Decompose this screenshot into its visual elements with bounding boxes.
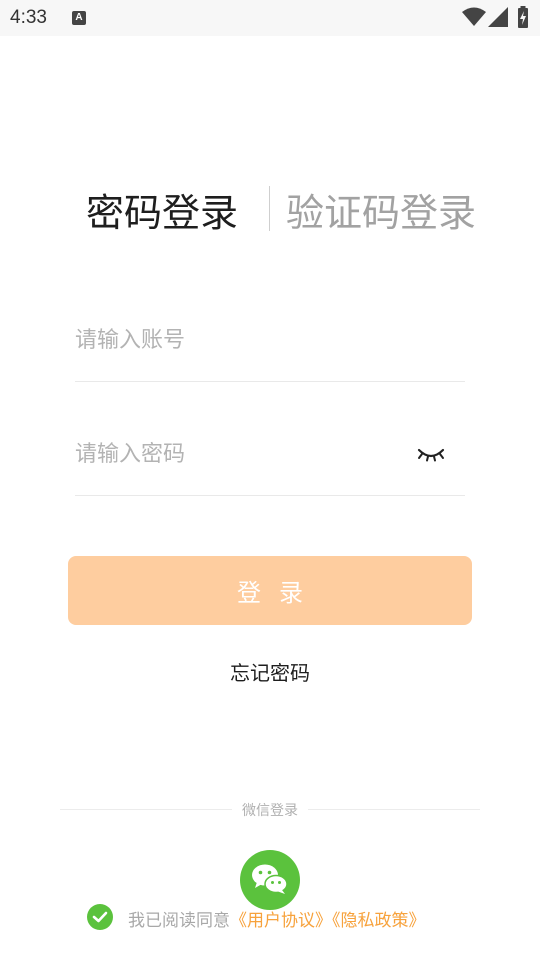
- wechat-icon: [252, 864, 288, 894]
- account-field-wrapper: [75, 318, 465, 382]
- a-notification-icon: A: [72, 11, 86, 25]
- forgot-password-link[interactable]: 忘记密码: [0, 657, 540, 686]
- divider-line-right: [308, 809, 480, 810]
- divider-line-left: [60, 809, 232, 810]
- agreement-prefix: 我已阅读同意: [128, 911, 230, 931]
- status-time: 4:33: [10, 7, 47, 28]
- password-field-wrapper: [75, 432, 465, 496]
- tab-password-login[interactable]: 密码登录: [86, 190, 238, 236]
- wechat-login-button[interactable]: [240, 850, 300, 910]
- privacy-policy-link[interactable]: 《隐私政策》: [332, 911, 426, 931]
- user-agreement-link[interactable]: 《用户协议》: [230, 911, 332, 931]
- cell-signal-icon: [488, 7, 508, 27]
- agreement-text: 我已阅读同意《用户协议》《隐私政策》: [128, 906, 426, 931]
- agreement-row: 我已阅读同意《用户协议》《隐私政策》: [87, 903, 507, 931]
- password-input[interactable]: [75, 432, 405, 476]
- battery-charging-icon: [518, 6, 528, 28]
- account-input[interactable]: [75, 318, 405, 362]
- agreement-checkbox[interactable]: [87, 904, 113, 930]
- status-bar: 4:33 A: [0, 0, 540, 36]
- check-icon: [92, 911, 108, 923]
- eye-closed-icon[interactable]: [417, 442, 445, 466]
- tab-divider: [269, 186, 270, 231]
- wifi-icon: [462, 7, 486, 26]
- login-button[interactable]: 登录: [68, 556, 472, 625]
- wechat-login-label: 微信登录: [242, 803, 298, 819]
- tab-code-login[interactable]: 验证码登录: [286, 190, 476, 236]
